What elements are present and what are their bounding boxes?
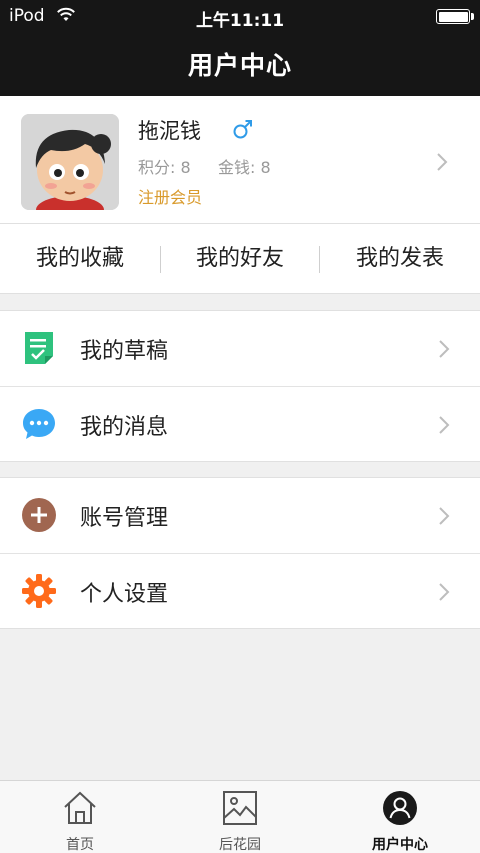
battery-tip — [471, 13, 474, 20]
menu-item-label: 我的草稿 — [80, 339, 169, 364]
menu-item-messages[interactable]: 我的消息 — [0, 386, 480, 461]
chevron-right-icon — [437, 153, 448, 171]
clock: 上午11:11 — [195, 11, 285, 31]
tab-label: 后花园 — [219, 837, 261, 853]
image-icon — [223, 791, 257, 825]
chevron-right-icon — [439, 416, 450, 434]
chevron-right-icon — [439, 340, 450, 358]
coins-label: 金钱: 8 — [218, 158, 271, 177]
gear-icon — [22, 574, 56, 608]
message-icon — [23, 409, 55, 439]
menu-item-label: 个人设置 — [80, 582, 169, 607]
tab-my-posts[interactable]: 我的发表 — [320, 224, 480, 294]
tab-my-friends[interactable]: 我的好友 — [160, 224, 320, 294]
tab-back-garden[interactable]: 后花园 — [160, 781, 320, 853]
tab-my-favorites[interactable]: 我的收藏 — [0, 224, 160, 294]
bottom-tab-bar: 首页 后花园 用户中心 — [0, 780, 480, 853]
menu-group-2: 账号管理 个人设置 — [0, 477, 480, 629]
tab-label: 用户中心 — [372, 837, 428, 853]
avatar-cartoon-image — [21, 114, 119, 210]
menu-item-label: 账号管理 — [80, 506, 169, 531]
menu-item-personal-settings[interactable]: 个人设置 — [0, 553, 480, 628]
page-title: 用户中心 — [187, 51, 292, 80]
tab-label: 首页 — [66, 837, 94, 853]
tab-home[interactable]: 首页 — [0, 781, 160, 853]
home-icon — [64, 791, 96, 824]
username: 拖泥钱 — [138, 119, 201, 143]
profile-card[interactable]: 拖泥钱 积分: 8 金钱: 8 注册会员 — [0, 96, 480, 224]
male-gender-icon — [232, 118, 254, 144]
quick-tabs: 我的收藏 我的好友 我的发表 — [0, 224, 480, 294]
chevron-right-icon — [439, 507, 450, 525]
avatar[interactable] — [21, 114, 119, 210]
battery-icon — [436, 9, 470, 24]
menu-item-label: 我的消息 — [80, 415, 169, 440]
menu-item-account-management[interactable]: 账号管理 — [0, 478, 480, 553]
user-icon — [383, 791, 417, 825]
chevron-right-icon — [439, 583, 450, 601]
menu-group-1: 我的草稿 我的消息 — [0, 310, 480, 462]
tab-user-center[interactable]: 用户中心 — [320, 781, 480, 853]
menu-item-drafts[interactable]: 我的草稿 — [0, 311, 480, 386]
draft-icon — [25, 332, 53, 364]
points-label: 积分: 8 — [138, 158, 191, 177]
add-circle-icon — [22, 498, 56, 532]
member-level-label: 注册会员 — [138, 188, 203, 207]
status-bar: iPod 上午11:11 — [0, 0, 480, 32]
navigation-bar: 用户中心 — [0, 32, 480, 96]
